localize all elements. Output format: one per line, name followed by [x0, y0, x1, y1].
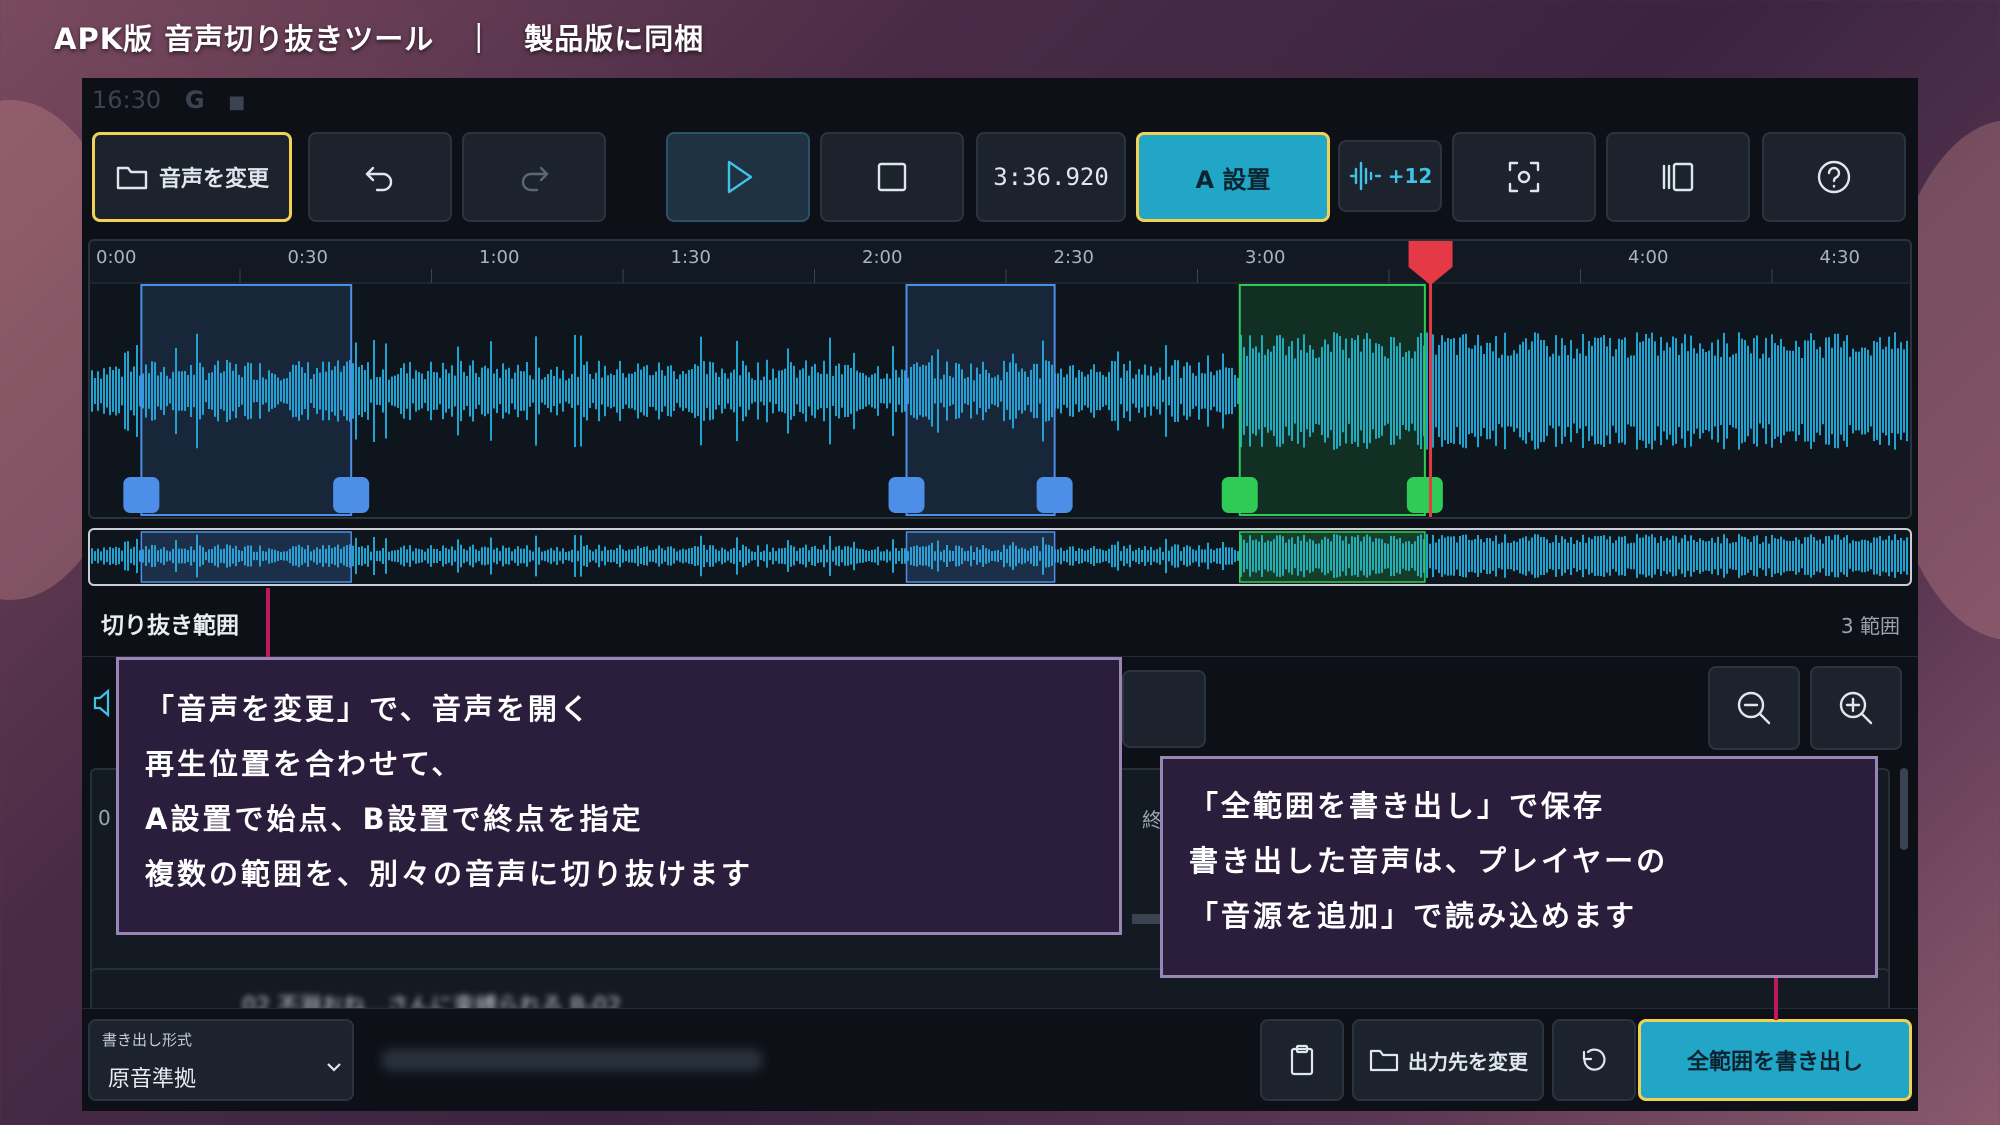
ruler-tick-label: 3:00 [1245, 247, 1285, 268]
export-all-label: 全範囲を書き出し [1686, 1050, 1863, 1075]
export-format-select[interactable]: 書き出し形式 原音準拠 [88, 1019, 354, 1101]
hidden-control-button[interactable] [1122, 670, 1206, 748]
reset-icon [1582, 1048, 1606, 1071]
export-all-button[interactable]: 全範囲を書き出し [1638, 1019, 1912, 1101]
callout-right-line: 「音源を追加」で読み込めます [1189, 899, 1638, 933]
chevron-down-icon [327, 1063, 341, 1072]
gain-button[interactable]: +12 [1338, 140, 1442, 212]
zoom-out-button[interactable] [1708, 666, 1800, 750]
stop-button[interactable] [820, 132, 964, 222]
zoom-in-icon [1839, 691, 1873, 725]
set-a-button[interactable]: A 設置 [1136, 132, 1330, 222]
ruler-tick-label: 0:00 [96, 247, 136, 268]
ruler-tick-label: 0:30 [288, 247, 328, 268]
waveform-canvas[interactable]: 0:000:301:001:302:002:303:0034:004:30 [90, 241, 1910, 517]
ruler-tick-label: 1:00 [479, 247, 519, 268]
undo-icon [365, 166, 393, 192]
range-handle [1221, 477, 1258, 513]
redo-button[interactable] [462, 132, 606, 222]
google-icon: G [184, 86, 205, 114]
ruler-tick-label: 4:00 [1628, 247, 1668, 268]
export-format-label: 書き出し形式 [102, 1031, 193, 1049]
waveform-panel[interactable]: 0:000:301:001:302:002:303:0034:004:30 [88, 239, 1912, 519]
scrollbar[interactable] [1900, 768, 1908, 850]
notification-icon: ■ [228, 92, 246, 113]
clipboard-button[interactable] [1260, 1019, 1344, 1101]
stop-icon [877, 162, 907, 192]
overview-panel[interactable] [88, 528, 1912, 586]
folder-icon [116, 166, 148, 190]
range-handle [333, 477, 370, 513]
play-button[interactable] [666, 132, 810, 222]
screenshot-button[interactable] [1452, 132, 1596, 222]
overview-region [1238, 531, 1426, 583]
redo-icon [521, 166, 549, 192]
range-region [905, 284, 1056, 516]
layout-button[interactable] [1606, 132, 1750, 222]
callout-right-line: 書き出した音声は、プレイヤーの [1189, 844, 1669, 878]
set-a-label: A 設置 [1195, 165, 1271, 194]
range-handle [123, 477, 160, 513]
export-format-value: 原音準拠 [108, 1067, 197, 1092]
status-time: 16:30 [92, 86, 162, 114]
time-display-value: 3:36.920 [993, 163, 1109, 191]
ruler-tick-label: 2:30 [1054, 247, 1094, 268]
callout-connector [266, 588, 270, 660]
overview-region [140, 531, 352, 583]
range-row-index: 0 [98, 806, 111, 830]
undo-button[interactable] [308, 132, 452, 222]
change-output-button[interactable]: 出力先を変更 [1352, 1019, 1544, 1101]
bottom-bar: 書き出し形式 原音準拠 出力先を変更 全範囲を書き出し [82, 1008, 1918, 1111]
change-output-label: 出力先を変更 [1408, 1049, 1528, 1074]
status-bar: 16:30 G ■ [92, 86, 261, 114]
play-icon [727, 160, 753, 194]
time-display: 3:36.920 [976, 132, 1126, 222]
callout-left-line: 「音声を変更」で、音声を開く [145, 692, 592, 726]
zoom-in-button[interactable] [1810, 666, 1902, 750]
help-button[interactable] [1762, 132, 1906, 222]
screenshot-icon [1508, 161, 1540, 193]
callout-left-line: 複数の範囲を、別々の音声に切り抜けます [145, 857, 754, 891]
clipboard-icon [1290, 1044, 1314, 1076]
ranges-title: 切り抜き範囲 [101, 613, 239, 639]
ruler-tick-label: 4:30 [1820, 247, 1860, 268]
change-audio-button[interactable]: 音声を変更 [92, 132, 292, 222]
ranges-count: 3 範囲 [1840, 614, 1900, 638]
volume-icon[interactable] [92, 688, 112, 718]
callout-left-line: 再生位置を合わせて、 [145, 747, 464, 781]
reset-button[interactable] [1552, 1019, 1636, 1101]
banner-title: APK版 音声切り抜きツール ｜ 製品版に同梱 [54, 22, 705, 56]
range-region [140, 284, 353, 516]
callout-left-line: A設置で始点、B設置で終点を指定 [145, 802, 644, 836]
change-audio-label: 音声を変更 [158, 167, 269, 192]
callout-left: 「音声を変更」で、音声を開く 再生位置を合わせて、 A設置で始点、B設置で終点を… [116, 657, 1122, 935]
layout-icon [1662, 162, 1694, 192]
range-region [1238, 284, 1426, 516]
callout-right-line: 「全範囲を書き出し」で保存 [1189, 789, 1606, 823]
callout-connector [1774, 974, 1778, 1020]
gain-value: +12 [1387, 164, 1433, 188]
range-row-end-label: 終 [1142, 808, 1162, 832]
zoom-out-icon [1737, 691, 1771, 725]
help-icon [1817, 160, 1851, 194]
output-path-blurred [382, 1049, 762, 1071]
ruler-tick-label: 1:30 [671, 247, 711, 268]
folder-icon [1369, 1049, 1399, 1072]
overview-region [905, 531, 1056, 583]
overview-canvas[interactable] [90, 530, 1910, 584]
callout-right: 「全範囲を書き出し」で保存 書き出した音声は、プレイヤーの 「音源を追加」で読み… [1160, 756, 1878, 978]
range-handle [1036, 477, 1073, 513]
ruler-tick-label: 2:00 [862, 247, 902, 268]
waveform-icon [1349, 161, 1381, 191]
range-handle [888, 477, 925, 513]
range-handle [1406, 477, 1443, 513]
